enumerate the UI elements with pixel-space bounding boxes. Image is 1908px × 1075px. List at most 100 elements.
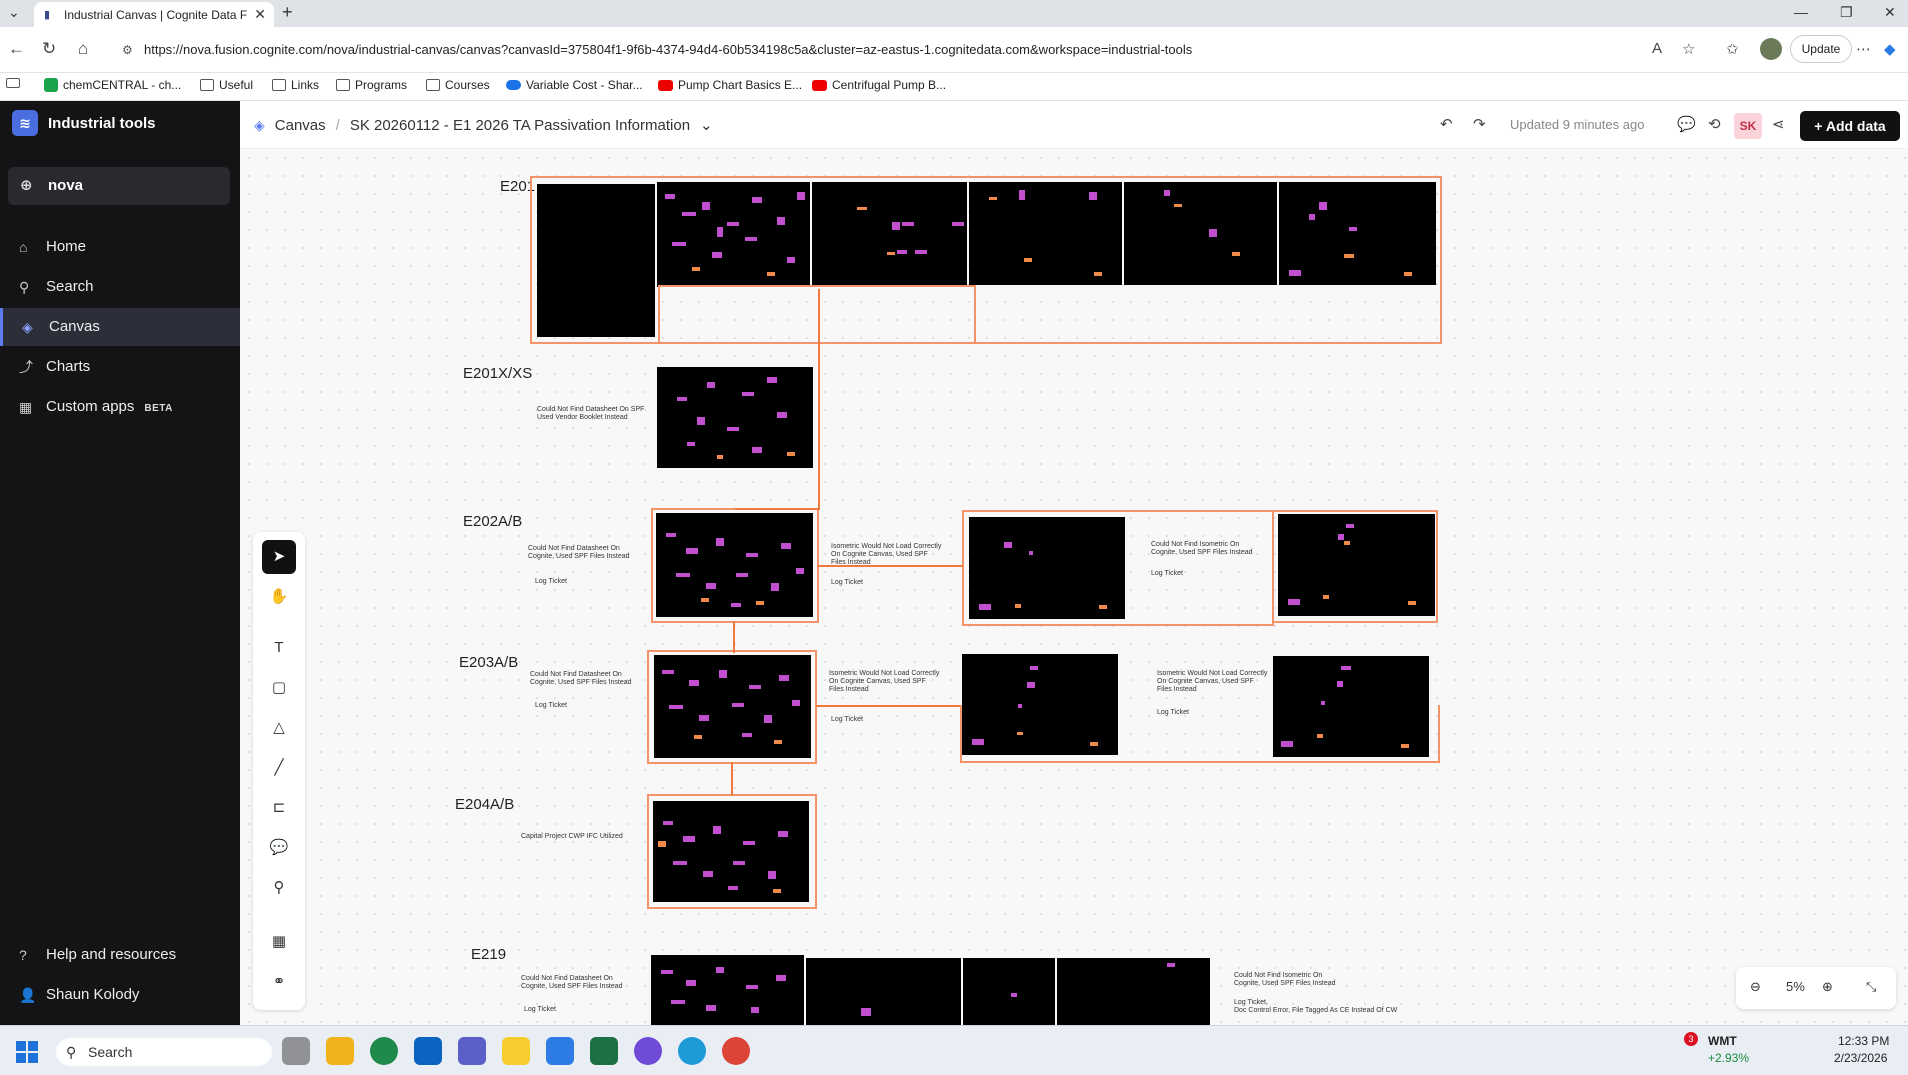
excel-icon[interactable] xyxy=(590,1037,618,1065)
e201-doc-6[interactable] xyxy=(1279,182,1436,285)
e201-doc-4[interactable] xyxy=(969,182,1122,285)
e219-doc-2[interactable] xyxy=(806,958,961,1025)
e203-doc[interactable] xyxy=(654,655,811,758)
outlook-icon[interactable] xyxy=(414,1037,442,1065)
update-button[interactable]: Update xyxy=(1790,35,1852,63)
connector-tool-icon[interactable]: ⊏ xyxy=(262,791,296,825)
sidebar-item-search[interactable]: ⚲ Search xyxy=(0,268,240,306)
tab-list-icon[interactable]: ⌄ xyxy=(8,4,20,21)
close-window-icon[interactable]: ✕ xyxy=(1884,4,1896,21)
e203-datasheet-note[interactable]: Could Not Find Datasheet On Cognite, Use… xyxy=(530,671,632,687)
label-e204[interactable]: E204A/B xyxy=(455,796,514,813)
edge-icon[interactable] xyxy=(370,1037,398,1065)
bookmark-links[interactable]: Links xyxy=(272,78,319,92)
e201-doc-2[interactable] xyxy=(657,182,810,287)
redo-icon[interactable]: ↷ xyxy=(1473,115,1486,133)
site-info-icon[interactable]: ⚙ xyxy=(122,35,133,65)
favorites-icon[interactable]: ✩ xyxy=(1726,40,1739,58)
home-icon[interactable]: ⌂ xyxy=(78,39,88,59)
e201-lower-highlight[interactable] xyxy=(658,285,976,344)
bookmark-pump-chart[interactable]: Pump Chart Basics E... xyxy=(658,78,802,92)
label-e203[interactable]: E203A/B xyxy=(459,654,518,671)
sidebar-item-custom-apps[interactable]: ▦ Custom apps BETA xyxy=(0,388,240,426)
bookmark-chemcentral[interactable]: chemCENTRAL - ch... xyxy=(44,78,181,92)
more-menu-icon[interactable]: ⋯ xyxy=(1856,40,1871,58)
bookmark-useful[interactable]: Useful xyxy=(200,78,253,92)
select-tool-icon[interactable]: ➤ xyxy=(262,540,296,574)
new-tab-icon[interactable]: + xyxy=(282,2,293,23)
zoom-out-icon[interactable]: ⊖ xyxy=(1750,979,1761,995)
e219-iso-note[interactable]: Could Not Find Isometric On Cognite, Use… xyxy=(1234,972,1336,988)
line-tool-icon[interactable]: ╱ xyxy=(262,751,296,785)
e202-log-note[interactable]: Log Ticket xyxy=(535,578,567,586)
comments-icon[interactable]: 💬 xyxy=(1677,115,1696,133)
version-history-icon[interactable]: ⟲ xyxy=(1708,115,1721,133)
e219-datasheet-note[interactable]: Could Not Find Datasheet On Cognite, Use… xyxy=(521,975,623,991)
app-brand[interactable]: ≋ Industrial tools xyxy=(12,110,156,136)
chrome-icon[interactable] xyxy=(722,1037,750,1065)
e219-log-note[interactable]: Log Ticket xyxy=(524,1006,556,1014)
e203-log-note[interactable]: Log Ticket xyxy=(535,702,567,710)
stock-ticker[interactable]: WMT xyxy=(1708,1034,1737,1048)
teams-icon[interactable] xyxy=(458,1037,486,1065)
sidebar-item-home[interactable]: ⌂ Home xyxy=(0,228,240,266)
e202-iso-log-note[interactable]: Log Ticket xyxy=(831,579,863,587)
bookmark-courses[interactable]: Courses xyxy=(426,78,490,92)
e219-doc-4[interactable] xyxy=(1057,958,1210,1025)
e219-doc-1[interactable] xyxy=(651,955,804,1025)
label-e202[interactable]: E202A/B xyxy=(463,513,522,530)
app-icon[interactable] xyxy=(546,1037,574,1065)
e204-doc[interactable] xyxy=(653,801,809,902)
copilot-icon[interactable]: ◆ xyxy=(1884,40,1896,58)
add-data-button[interactable]: + Add data xyxy=(1800,111,1900,141)
e219-doc-3[interactable] xyxy=(963,958,1055,1025)
task-view-icon[interactable] xyxy=(282,1037,310,1065)
e202-iso2-log-note[interactable]: Log Ticket xyxy=(1151,570,1183,578)
fit-to-screen-icon[interactable]: ⤡ xyxy=(1866,979,1876,995)
pan-tool-icon[interactable]: ✋ xyxy=(262,580,296,614)
e203-iso-log-note[interactable]: Log Ticket xyxy=(831,716,863,724)
comment-tool-icon[interactable]: 💬 xyxy=(262,831,296,865)
e201x-doc[interactable] xyxy=(657,367,813,468)
undo-icon[interactable]: ↶ xyxy=(1440,115,1453,133)
e201-doc-1[interactable] xyxy=(537,184,655,337)
e203-iso-note[interactable]: Isometric Would Not Load Correctly On Co… xyxy=(829,670,939,694)
stamp-tool-icon[interactable]: ⚲ xyxy=(262,871,296,905)
clock-date[interactable]: 2/23/2026 xyxy=(1834,1051,1887,1065)
url-field[interactable]: ⚙ https://nova.fusion.cognite.com/nova/i… xyxy=(110,35,1670,65)
e201-doc-3[interactable] xyxy=(812,182,967,285)
e202-doc[interactable] xyxy=(656,513,813,617)
user-profile[interactable]: 👤 Shaun Kolody xyxy=(0,976,240,1014)
windows-start-icon[interactable] xyxy=(16,1041,38,1063)
bookmarks-toggle-icon[interactable] xyxy=(6,78,20,88)
bookmark-programs[interactable]: Programs xyxy=(336,78,407,92)
bookmark-variable-cost[interactable]: Variable Cost - Shar... xyxy=(506,78,643,92)
breadcrumb-canvas[interactable]: Canvas xyxy=(275,117,326,134)
profile-avatar[interactable] xyxy=(1760,38,1782,60)
read-aloud-icon[interactable]: A xyxy=(1652,40,1662,57)
table-tool-icon[interactable]: ▦ xyxy=(262,925,296,959)
shapes-tool-icon[interactable]: △ xyxy=(262,711,296,745)
share-icon[interactable]: ⋖ xyxy=(1772,115,1785,133)
sidebar-item-canvas[interactable]: ◈ Canvas xyxy=(0,308,240,346)
help-resources-link[interactable]: ? Help and resources xyxy=(0,936,240,974)
taskbar-search[interactable]: ⚲ Search xyxy=(56,1038,272,1066)
e202-iso-note[interactable]: Isometric Would Not Load Correctly On Co… xyxy=(831,543,941,567)
avatar[interactable]: SK xyxy=(1734,113,1762,139)
sticky-notes-icon[interactable] xyxy=(502,1037,530,1065)
edge-alt-icon[interactable] xyxy=(678,1037,706,1065)
clock-time[interactable]: 12:33 PM xyxy=(1838,1034,1889,1048)
favorite-star-icon[interactable]: ☆ xyxy=(1682,40,1695,58)
e203-iso2-note[interactable]: Isometric Would Not Load Correctly On Co… xyxy=(1157,670,1267,694)
graph-tool-icon[interactable]: ⚭ xyxy=(262,965,296,999)
workspace-selector[interactable]: ⊕ nova xyxy=(8,167,230,205)
label-e201x[interactable]: E201X/XS xyxy=(463,365,532,382)
app-icon[interactable] xyxy=(634,1037,662,1065)
text-tool-icon[interactable]: T xyxy=(262,631,296,665)
e203-iso-highlight[interactable] xyxy=(960,705,1440,763)
e202-datasheet-note[interactable]: Could Not Find Datasheet On Cognite, Use… xyxy=(528,545,630,561)
sidebar-item-charts[interactable]: ⤴ Charts xyxy=(0,348,240,386)
sticky-note-tool-icon[interactable]: ▢ xyxy=(262,671,296,705)
zoom-in-icon[interactable]: ⊕ xyxy=(1822,979,1833,995)
restore-icon[interactable]: ❐ xyxy=(1840,4,1853,21)
